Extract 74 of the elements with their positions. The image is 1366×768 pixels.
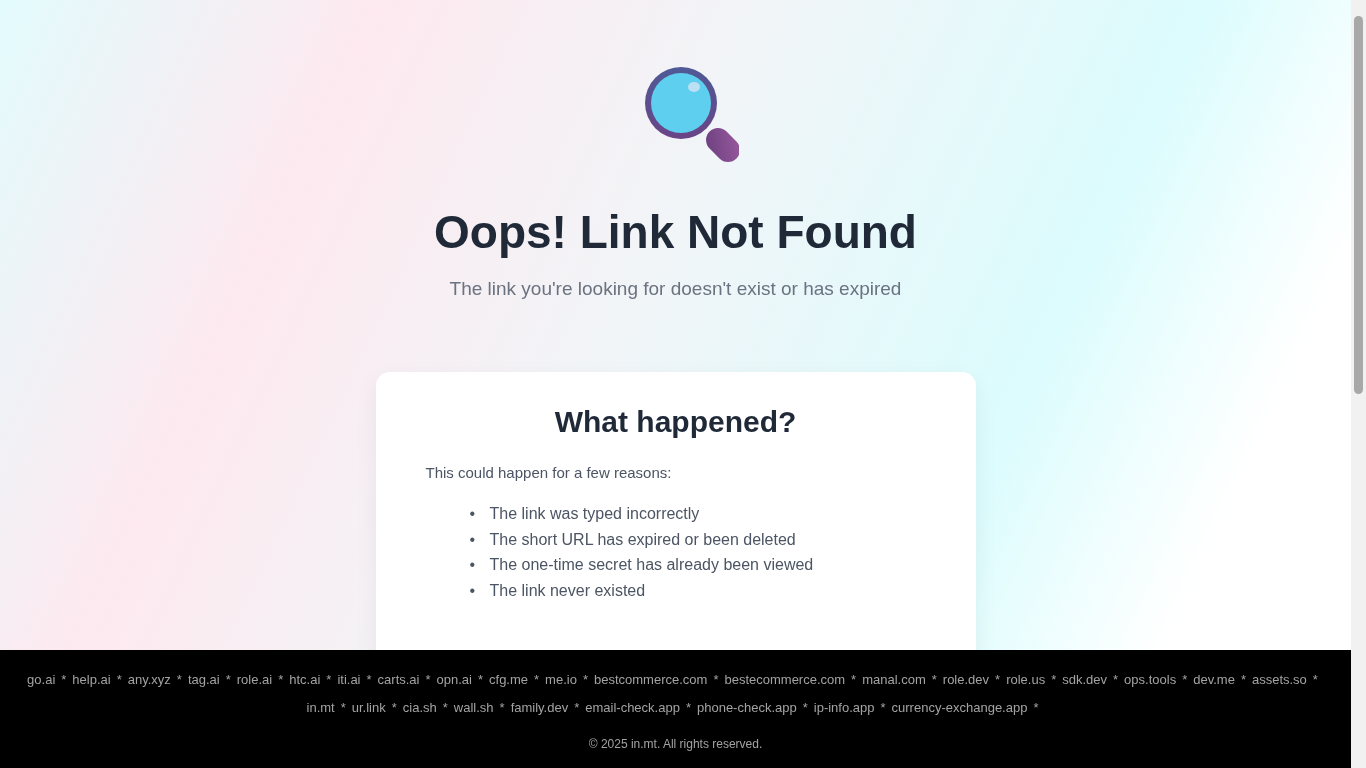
footer-link[interactable]: me.io <box>545 672 577 687</box>
footer-link[interactable]: bestcommerce.com <box>593 672 708 687</box>
link-separator: * <box>582 672 588 687</box>
footer-link[interactable]: ur.link <box>351 700 386 715</box>
link-separator: * <box>61 672 67 687</box>
footer-link[interactable]: assets.so <box>1251 672 1307 687</box>
footer-link[interactable]: cia.sh <box>402 700 437 715</box>
link-separator: * <box>366 672 372 687</box>
link-separator: * <box>995 672 1001 687</box>
footer-link[interactable]: phone-check.app <box>696 700 797 715</box>
footer-link[interactable]: bestecommerce.com <box>724 672 846 687</box>
bullet-mark: • <box>469 580 477 601</box>
footer-link[interactable]: carts.ai <box>377 672 420 687</box>
link-separator: * <box>340 700 346 715</box>
bullet-mark: • <box>469 555 477 576</box>
footer-link[interactable]: tag.ai <box>187 672 220 687</box>
footer-link[interactable]: role.ai <box>236 672 273 687</box>
reason-item: The link was typed incorrectly <box>489 503 700 524</box>
link-separator: * <box>713 672 719 687</box>
link-separator: * <box>477 672 484 687</box>
footer-link[interactable]: family.dev <box>510 700 569 715</box>
footer-link[interactable]: email-check.app <box>585 700 680 715</box>
link-separator: * <box>534 672 540 687</box>
link-separator: * <box>1113 672 1119 687</box>
link-separator: * <box>425 672 431 687</box>
footer-link[interactable]: role.dev <box>942 672 990 687</box>
link-separator: * <box>326 672 332 687</box>
bullet-mark: • <box>469 529 477 550</box>
card-heading: What happened? <box>553 404 798 440</box>
link-separator: * <box>851 672 857 687</box>
footer-link[interactable]: iti.ai <box>337 672 361 687</box>
link-separator: * <box>1240 672 1246 687</box>
footer-link[interactable]: in.mt <box>306 700 335 715</box>
footer-link[interactable]: htc.ai <box>289 672 321 687</box>
reason-item: The short URL has expired or been deleted <box>489 529 796 550</box>
scrollbar[interactable] <box>1351 0 1366 768</box>
link-separator: * <box>802 700 808 715</box>
page-title: Oops! Link Not Found <box>434 205 917 260</box>
link-separator: * <box>1312 672 1318 687</box>
footer-link[interactable]: manal.com <box>862 672 926 687</box>
footer-link[interactable]: wall.sh <box>453 700 494 715</box>
link-separator: * <box>391 700 397 715</box>
scrollbar-thumb[interactable] <box>1354 16 1363 394</box>
footer-link[interactable]: sdk.dev <box>1062 672 1108 687</box>
link-separator: * <box>499 700 505 715</box>
footer-link[interactable]: go.ai <box>27 672 56 687</box>
link-separator: * <box>574 700 580 715</box>
intro-text: This could happen for a few reasons: <box>425 464 673 481</box>
reason-item: The one-time secret has already been viewed <box>489 555 814 576</box>
footer-link[interactable]: ip-info.app <box>813 700 875 715</box>
footer-link[interactable]: role.us <box>1006 672 1046 687</box>
footer-link[interactable]: help.ai <box>72 672 111 687</box>
magnifying-glass-icon <box>642 66 739 162</box>
footer-link[interactable]: currency-exchange.app <box>891 700 1028 715</box>
link-separator: * <box>442 700 448 715</box>
footer-link[interactable]: any.xyz <box>127 672 171 687</box>
link-separator: * <box>1182 672 1188 687</box>
footer-link[interactable]: dev.me <box>1193 672 1235 687</box>
link-separator: * <box>1033 700 1039 715</box>
link-separator: * <box>685 700 691 715</box>
footer-link[interactable]: cfg.me <box>489 672 529 687</box>
link-separator: * <box>278 672 284 687</box>
copyright-text: © 2025 in.mt. All rights reserved. <box>588 737 763 751</box>
page-subtitle: The link you're looking for doesn't exist or has expired <box>449 278 902 300</box>
link-separator: * <box>225 672 231 687</box>
link-separator: * <box>1051 672 1057 687</box>
reason-item: The link never existed <box>489 580 646 601</box>
link-separator: * <box>176 672 182 687</box>
footer-link[interactable]: ops.tools <box>1124 672 1177 687</box>
link-separator: * <box>931 672 937 687</box>
link-separator: * <box>880 700 886 715</box>
footer-link[interactable]: opn.ai <box>436 672 472 687</box>
bullet-mark: • <box>469 503 477 524</box>
link-separator: * <box>116 672 122 687</box>
